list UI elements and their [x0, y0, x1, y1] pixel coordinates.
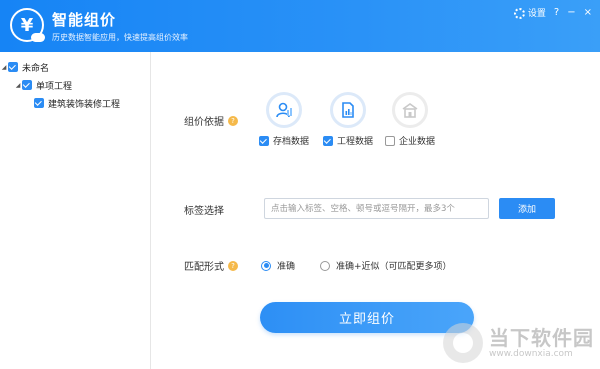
watermark-name: 当下软件园 [489, 326, 594, 350]
tree-item-label: 未命名 [22, 63, 50, 74]
basis-option-project[interactable]: 工程数据 [323, 92, 373, 147]
enterprise-checkbox-row[interactable]: 企业数据 [385, 134, 435, 147]
archive-checkbox-row[interactable]: 存档数据 [259, 134, 309, 147]
person-icon[interactable] [266, 92, 302, 128]
help-icon[interactable]: ? [228, 115, 238, 126]
building-icon[interactable] [392, 92, 428, 128]
settings-label: 设置 [527, 9, 546, 19]
tree-checkbox[interactable] [22, 80, 32, 90]
match-exact-label: 准确 [277, 262, 296, 272]
tags-label-text: 标签选择 [184, 206, 224, 217]
minimize-button[interactable]: − [567, 7, 575, 18]
radio-unselected[interactable] [320, 260, 330, 271]
project-checkbox-row[interactable]: 工程数据 [323, 134, 373, 147]
close-button[interactable]: × [584, 7, 592, 18]
archive-checkbox[interactable] [259, 135, 269, 146]
basis-label: 组价依据 ? [184, 113, 238, 128]
archive-label: 存档数据 [273, 137, 310, 147]
tree-item[interactable]: ◢ 单项工程 [0, 76, 150, 94]
app-logo-icon: ¥ [10, 8, 45, 42]
basis-label-text: 组价依据 [184, 117, 224, 128]
help-icon[interactable]: ? [228, 260, 238, 271]
tree-checkbox[interactable] [34, 98, 44, 108]
tree-item[interactable]: ◢ 未命名 [0, 58, 150, 76]
document-chart-icon[interactable] [330, 92, 366, 128]
gear-icon [513, 8, 525, 19]
match-option-approx[interactable]: 准确+近似（可匹配更多项） [320, 259, 452, 272]
watermark-url: www.downxia.com [489, 349, 573, 359]
title-bar: ¥ 智能组价 历史数据智能应用，快速提高组价效率 设置 ? − × [0, 0, 600, 52]
tree-item-label: 单项工程 [36, 81, 73, 92]
enterprise-label: 企业数据 [399, 137, 436, 147]
caret-down-icon[interactable]: ◢ [0, 64, 8, 71]
tags-label: 标签选择 [184, 202, 224, 217]
basis-option-enterprise[interactable]: 企业数据 [385, 92, 435, 147]
project-checkbox[interactable] [323, 135, 333, 146]
help-button[interactable]: ? [554, 7, 559, 18]
add-tag-button[interactable]: 添加 [499, 198, 555, 219]
app-title: 智能组价 [52, 11, 117, 29]
settings-button[interactable]: 设置 [513, 6, 546, 19]
tag-input[interactable] [264, 198, 489, 219]
main-panel: 组价依据 ? 存档数据 工程数据 企业数据 标签选择 点击输入标签、空格、顿号或… [151, 52, 600, 369]
basis-option-archive[interactable]: 存档数据 [259, 92, 309, 147]
tree-item-label: 建筑装饰装修工程 [48, 99, 121, 110]
match-option-exact[interactable]: 准确 [261, 259, 295, 272]
radio-selected[interactable] [261, 260, 271, 271]
watermark-logo-icon [443, 323, 483, 363]
app-subtitle: 历史数据智能应用，快速提高组价效率 [52, 33, 188, 42]
tree-item[interactable]: 建筑装饰装修工程 [0, 94, 150, 112]
start-pricing-button[interactable]: 立即组价 [260, 302, 474, 333]
project-tree: ◢ 未命名 ◢ 单项工程 建筑装饰装修工程 [0, 52, 151, 369]
match-approx-label: 准确+近似（可匹配更多项） [336, 262, 452, 272]
match-label: 匹配形式 ? [184, 258, 238, 273]
project-label: 工程数据 [337, 137, 374, 147]
watermark: 当下软件园 www.downxia.com [443, 323, 594, 363]
window-controls: 设置 ? − × [513, 6, 592, 19]
tree-checkbox[interactable] [8, 62, 18, 72]
enterprise-checkbox[interactable] [385, 135, 395, 146]
match-label-text: 匹配形式 [184, 262, 224, 273]
caret-down-icon[interactable]: ◢ [14, 82, 22, 89]
